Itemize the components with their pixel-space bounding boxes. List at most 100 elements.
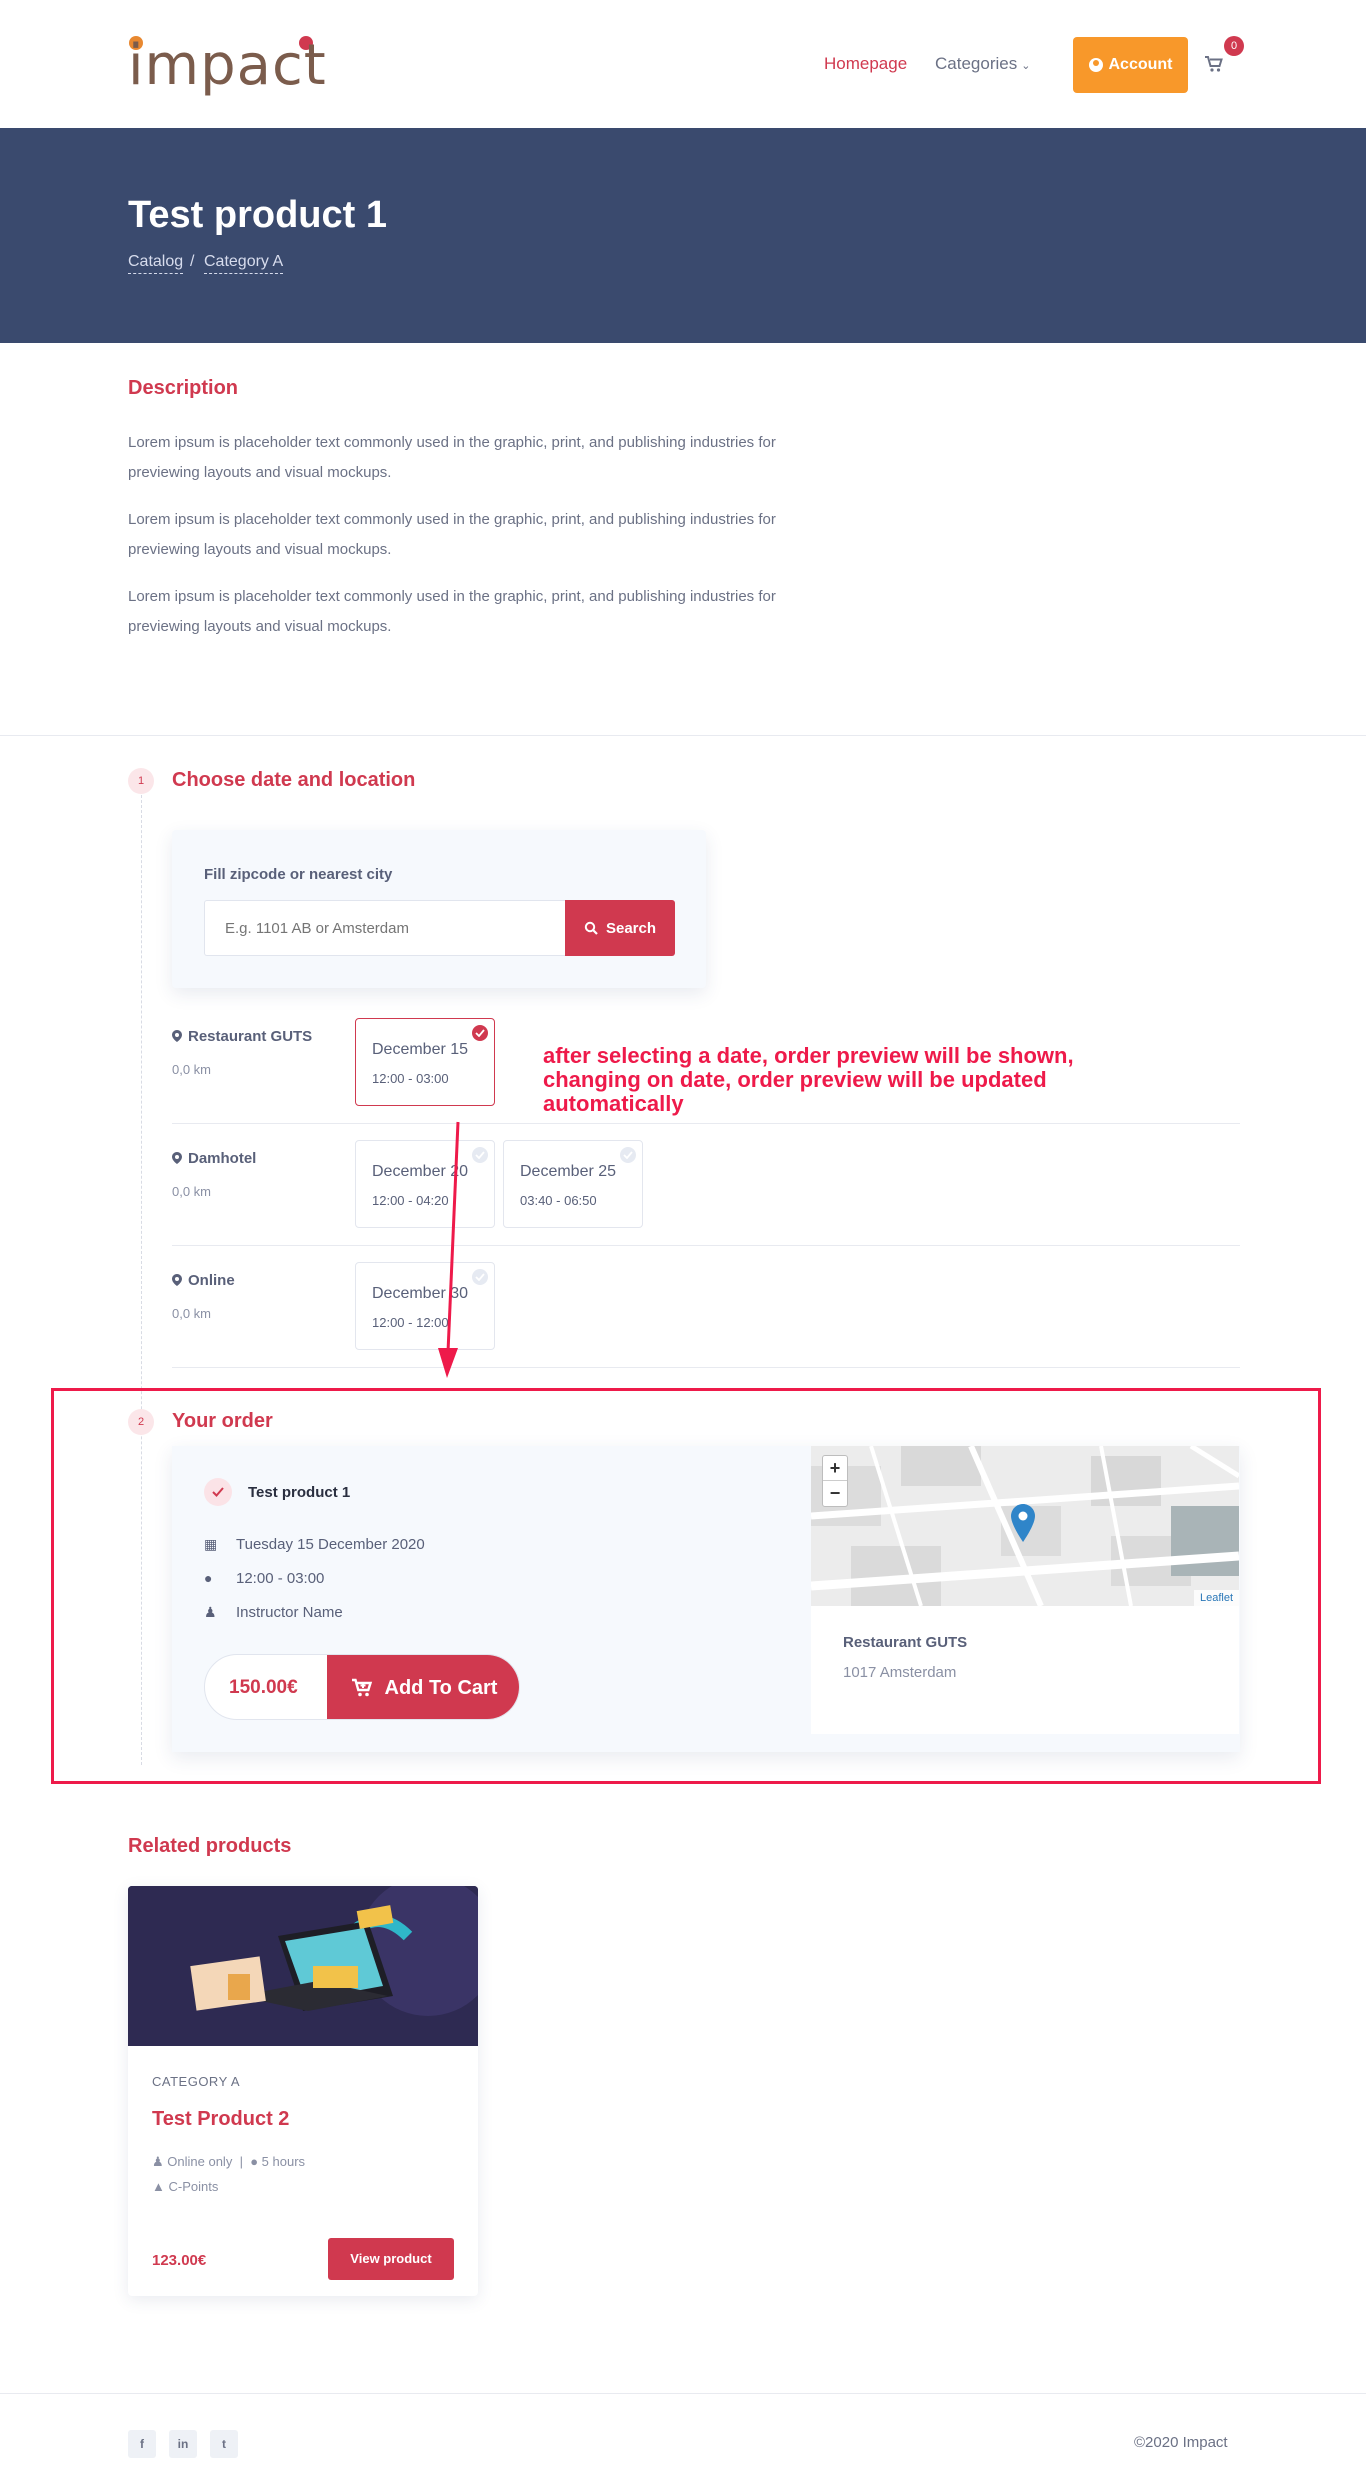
location-row-divider — [172, 1245, 1240, 1246]
meta-separator: | — [235, 2154, 247, 2169]
date-option[interactable]: December 30 12:00 - 12:00 — [355, 1262, 495, 1350]
order-product-name: Test product 1 — [248, 1484, 351, 1501]
cart-plus-icon — [351, 1678, 372, 1697]
date-option-date: December 15 — [372, 1041, 469, 1058]
product-duration: 5 hours — [261, 2154, 306, 2169]
instructor-icon: ♟ — [152, 2154, 168, 2169]
map-marker-icon — [172, 1152, 182, 1164]
location-name-text: Online — [188, 1272, 235, 1289]
product-image — [128, 1886, 478, 2046]
map-marker-icon[interactable] — [1011, 1504, 1035, 1542]
instructor-icon: ♟ — [204, 1604, 217, 1620]
account-label: Account — [1108, 56, 1173, 73]
order-date: ▦ Tuesday 15 December 2020 — [204, 1536, 425, 1553]
chevron-down-icon: ⌄ — [1021, 60, 1031, 72]
check-circle-icon — [472, 1269, 488, 1285]
search-icon — [584, 921, 598, 935]
product-price: 123.00€ — [152, 2252, 207, 2269]
product-points-text: C-Points — [168, 2179, 219, 2194]
breadcrumb-catalog[interactable]: Catalog — [128, 253, 184, 274]
order-date-text: Tuesday 15 December 2020 — [236, 1536, 425, 1553]
product-title[interactable]: Test Product 2 — [152, 2108, 289, 2131]
product-card[interactable]: CATEGORY A Test Product 2 ♟ Online only … — [128, 1886, 478, 2296]
nav-homepage-link[interactable]: Homepage — [824, 54, 907, 74]
footer-divider — [0, 2393, 1366, 2394]
add-to-cart-label: Add To Cart — [384, 1676, 498, 1699]
facebook-icon[interactable]: f — [128, 2430, 156, 2458]
price-and-cart: 150.00€ Add To Cart — [204, 1654, 520, 1720]
laptop-illustration — [128, 1886, 478, 2046]
section-divider — [0, 735, 1366, 736]
location-row-divider — [172, 1367, 1240, 1368]
date-option-date: December 25 — [520, 1163, 617, 1180]
zipcode-search-input[interactable] — [204, 900, 566, 956]
search-button[interactable]: Search — [565, 900, 675, 956]
location-name: Damhotel — [172, 1150, 256, 1167]
your-order-heading: Your order — [172, 1410, 273, 1432]
cart-icon[interactable] — [1204, 54, 1224, 74]
description-heading: Description — [128, 377, 239, 399]
add-to-cart-button[interactable]: Add To Cart — [327, 1655, 519, 1719]
venue-info: Restaurant GUTS 1017 Amsterdam — [811, 1606, 1239, 1734]
order-instructor: ♟ Instructor Name — [204, 1604, 343, 1621]
breadcrumb-separator: / — [190, 253, 195, 270]
description-paragraph: Lorem ipsum is placeholder text commonly… — [128, 434, 776, 481]
copyright-text: ©2020 Impact — [1134, 2434, 1228, 2451]
description-paragraph: Lorem ipsum is placeholder text commonly… — [128, 511, 776, 558]
cart-count-badge: 0 — [1224, 36, 1244, 56]
breadcrumb-category-a[interactable]: Category A — [204, 253, 284, 274]
order-time: ● 12:00 - 03:00 — [204, 1570, 324, 1587]
site-header: impact Homepage Categories ⌄ Account 0 — [0, 0, 1366, 128]
calendar-icon: ▦ — [204, 1536, 218, 1552]
description-paragraph: Lorem ipsum is placeholder text commonly… — [128, 588, 776, 635]
date-option[interactable]: December 20 12:00 - 04:20 — [355, 1140, 495, 1228]
venue-address: 1017 Amsterdam — [843, 1664, 957, 1681]
account-button[interactable]: Account — [1073, 37, 1188, 93]
location-search-card: Fill zipcode or nearest city Search — [172, 830, 706, 988]
date-option-time: 03:40 - 06:50 — [520, 1193, 597, 1208]
user-circle-icon — [1088, 58, 1103, 72]
logo-text: impact — [128, 33, 327, 98]
product-hero: Test product 1 Catalog / Category A — [0, 128, 1366, 343]
check-circle-icon — [472, 1147, 488, 1163]
linkedin-icon[interactable]: in — [169, 2430, 197, 2458]
location-name-text: Damhotel — [188, 1150, 257, 1167]
annotation-note: after selecting a date, order preview wi… — [543, 1043, 1074, 1116]
date-option-time: 12:00 - 03:00 — [372, 1071, 449, 1086]
location-name: Online — [172, 1272, 235, 1289]
twitter-icon[interactable]: t — [210, 2430, 238, 2458]
date-option[interactable]: December 25 03:40 - 06:50 — [503, 1140, 643, 1228]
product-points: ▲ C-Points — [152, 2179, 218, 2194]
map-zoom-in-button[interactable]: + — [823, 1456, 847, 1481]
map-marker-icon — [172, 1274, 182, 1286]
nav-categories-label: Categories — [935, 54, 1018, 73]
clock-icon: ● — [204, 1570, 213, 1586]
map-attribution-link[interactable]: Leaflet — [1194, 1590, 1240, 1606]
graduation-cap-icon: ▲ — [152, 2179, 169, 2194]
location-row-divider — [172, 1123, 1240, 1124]
nav-categories-dropdown[interactable]: Categories ⌄ — [935, 54, 1030, 74]
location-distance: 0,0 km — [172, 1184, 212, 1199]
step-number: 1 — [128, 768, 154, 794]
order-price: 150.00€ — [229, 1677, 298, 1698]
location-name-text: Restaurant GUTS — [188, 1028, 313, 1045]
impact-logo[interactable]: impact — [128, 34, 328, 98]
search-label: Fill zipcode or nearest city — [204, 866, 393, 883]
check-circle-icon — [620, 1147, 636, 1163]
annotation-arrow — [438, 1121, 460, 1378]
location-distance: 0,0 km — [172, 1062, 212, 1077]
map-zoom-control: + − — [822, 1455, 848, 1507]
order-time-text: 12:00 - 03:00 — [236, 1570, 325, 1587]
venue-name: Restaurant GUTS — [843, 1634, 968, 1651]
search-button-label: Search — [605, 919, 657, 937]
product-delivery-duration: ♟ Online only | ● 5 hours — [152, 2154, 305, 2170]
check-icon — [204, 1478, 232, 1506]
map-zoom-out-button[interactable]: − — [823, 1481, 847, 1506]
view-product-button[interactable]: View product — [328, 2238, 454, 2280]
product-category: CATEGORY A — [152, 2074, 241, 2089]
location-distance: 0,0 km — [172, 1306, 212, 1321]
choose-date-heading: Choose date and location — [172, 769, 416, 791]
location-map[interactable] — [811, 1446, 1239, 1606]
order-instructor-text: Instructor Name — [236, 1604, 343, 1621]
date-option[interactable]: December 15 12:00 - 03:00 — [355, 1018, 495, 1106]
